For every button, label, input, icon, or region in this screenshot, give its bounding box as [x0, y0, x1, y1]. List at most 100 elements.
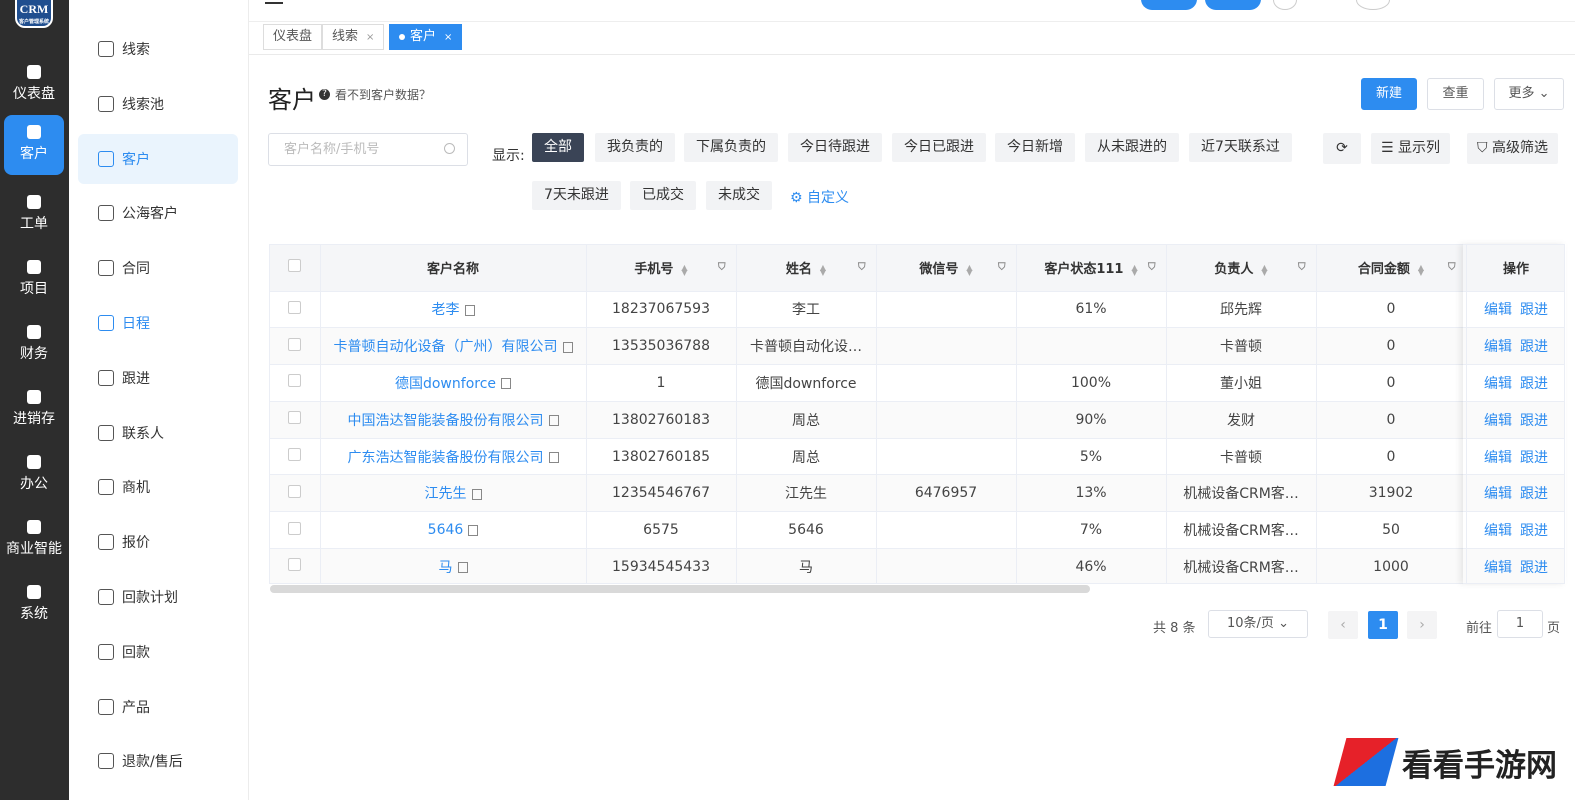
close-icon[interactable]: × [444, 32, 452, 43]
customer-name-cell[interactable]: 卡普顿自动化设备（广州）有限公司 [320, 327, 587, 366]
submenu-item-7[interactable]: 联系人 [78, 408, 238, 458]
filter-chip[interactable]: 从未跟进的 [1085, 133, 1179, 162]
submenu-item-13[interactable]: 退款/售后 [78, 736, 238, 786]
filter-chip[interactable]: 7天未跟进 [532, 181, 621, 210]
submenu-item-4[interactable]: 合同 [78, 243, 238, 293]
new-button[interactable]: 新建 [1361, 78, 1417, 110]
filter-icon[interactable]: ⛉ [1448, 262, 1456, 273]
row-checkbox[interactable] [270, 548, 321, 583]
page-number[interactable]: 1 [1368, 611, 1398, 639]
row-checkbox[interactable] [270, 327, 321, 366]
rail-item-5[interactable]: 进销存 [4, 380, 64, 440]
submenu-item-12[interactable]: 产品 [78, 682, 238, 732]
customer-name-cell[interactable]: 德国downforce [320, 364, 587, 402]
column-header[interactable]: 负责人 ▲ ▼ ⛉ [1166, 245, 1317, 292]
filter-chip[interactable]: 今日新增 [995, 133, 1075, 162]
rail-item-8[interactable]: 系统 [4, 575, 64, 635]
rail-item-3[interactable]: 项目 [4, 250, 64, 310]
next-page-button[interactable]: › [1407, 611, 1437, 639]
submenu-item-1[interactable]: 线索池 [78, 79, 238, 129]
column-header[interactable]: 手机号 ▲ ▼ ⛉ [586, 245, 737, 292]
search-input[interactable]: 客户名称/手机号 [268, 133, 468, 166]
row-checkbox[interactable] [270, 364, 321, 402]
submenu-item-8[interactable]: 商机 [78, 462, 238, 512]
filter-icon[interactable]: ⛉ [718, 262, 726, 273]
row-checkbox[interactable] [270, 438, 321, 476]
table-row[interactable]: 老李 18237067593 李工 61% 邱先辉 0 编辑 跟进 [270, 291, 1564, 329]
filter-chip[interactable]: 近7天联系过 [1189, 133, 1292, 162]
tab-dashboard[interactable]: 仪表盘 [263, 24, 323, 50]
prev-page-button[interactable]: ‹ [1328, 611, 1358, 639]
more-button[interactable]: 更多 ⌄ [1494, 78, 1564, 110]
copy-icon[interactable] [464, 304, 475, 316]
page-size-select[interactable]: 10条/页 ⌄ [1208, 610, 1308, 638]
customer-name-link[interactable]: 广东浩达智能装备股份有限公司 [348, 450, 544, 466]
customer-name-link[interactable]: 中国浩达智能装备股份有限公司 [348, 413, 544, 429]
submenu-item-9[interactable]: 报价 [78, 517, 238, 567]
customer-name-link[interactable]: 5646 [428, 522, 464, 538]
submenu-item-6[interactable]: 跟进 [78, 353, 238, 403]
copy-icon[interactable] [548, 415, 559, 427]
column-header[interactable]: 客户状态111 ▲ ▼ ⛉ [1016, 245, 1167, 292]
filter-icon[interactable]: ⛉ [1148, 262, 1156, 273]
sort-icon[interactable]: ▲ ▼ [1261, 263, 1267, 276]
submenu-item-11[interactable]: 回款 [78, 627, 238, 677]
sort-icon[interactable]: ▲ ▼ [966, 263, 972, 276]
filter-chip[interactable]: 未成交 [706, 181, 772, 210]
column-header[interactable]: 合同金额 ▲ ▼ ⛉ [1316, 245, 1467, 292]
copy-icon[interactable] [468, 524, 479, 536]
refresh-button[interactable]: ⟳ [1323, 133, 1361, 164]
tab-leads[interactable]: 线索 × [322, 24, 385, 50]
rail-item-6[interactable]: 办公 [4, 445, 64, 505]
customer-name-link[interactable]: 卡普顿自动化设备（广州）有限公司 [334, 339, 558, 355]
check-duplicate-button[interactable]: 查重 [1427, 78, 1484, 110]
customer-name-link[interactable]: 德国downforce [395, 376, 496, 392]
customer-name-cell[interactable]: 广东浩达智能装备股份有限公司 [320, 438, 587, 476]
avatar[interactable] [1356, 0, 1390, 10]
filter-icon[interactable]: ⛉ [858, 262, 866, 273]
filter-chip[interactable]: 下属负责的 [684, 133, 778, 162]
custom-filter-link[interactable]: ⚙ 自定义 [790, 187, 849, 207]
customer-name-link[interactable]: 江先生 [425, 486, 467, 502]
customer-name-link[interactable]: 老李 [432, 302, 460, 318]
menu-toggle-icon[interactable] [265, 0, 283, 4]
copy-icon[interactable] [501, 378, 512, 390]
goto-page-input[interactable]: 1 [1497, 610, 1543, 638]
horizontal-scrollbar[interactable] [270, 585, 1090, 593]
filter-chip[interactable]: 我负责的 [595, 133, 675, 162]
customer-name-cell[interactable]: 中国浩达智能装备股份有限公司 [320, 401, 587, 439]
column-header[interactable]: 微信号 ▲ ▼ ⛉ [876, 245, 1017, 292]
table-row[interactable]: 德国downforce 1 德国downforce 100% 董小姐 0 编辑 跟进 [270, 364, 1564, 402]
rail-item-0[interactable]: 仪表盘 [4, 55, 64, 115]
table-row[interactable]: 广东浩达智能装备股份有限公司 13802760185 周总 5% 卡普顿 0 编辑 跟进 [270, 438, 1564, 476]
table-row[interactable]: 5646 6575 5646 7% 机械设备CRM客… 50 编辑 跟进 [270, 511, 1564, 550]
rail-item-1[interactable]: 客户 [4, 115, 64, 175]
rail-item-2[interactable]: 工单 [4, 185, 64, 245]
top-action-button[interactable] [1205, 0, 1261, 10]
submenu-item-10[interactable]: 回款计划 [78, 572, 238, 622]
filter-icon[interactable]: ⛉ [1298, 262, 1306, 273]
copy-icon[interactable] [471, 488, 482, 500]
customer-name-cell[interactable]: 5646 [320, 511, 587, 550]
row-checkbox[interactable] [270, 474, 321, 513]
table-row[interactable]: 江先生 12354546767 江先生 6476957 13% 机械设备CRM客… 3190… [270, 474, 1564, 513]
customer-name-link[interactable]: 马 [439, 560, 453, 576]
customer-name-cell[interactable]: 老李 [320, 291, 587, 329]
filter-chip[interactable]: 今日已跟进 [892, 133, 986, 162]
filter-chip[interactable]: 已成交 [630, 181, 696, 210]
row-checkbox[interactable] [270, 291, 321, 329]
advanced-filter-button[interactable]: ⛉ 高级筛选 [1467, 133, 1558, 164]
close-icon[interactable]: × [366, 32, 374, 43]
column-header[interactable]: 姓名 ▲ ▼ ⛉ [736, 245, 877, 292]
table-row[interactable]: 卡普顿自动化设备（广州）有限公司 13535036788 卡普顿自动化设… 卡普顿 0 编… [270, 327, 1564, 366]
copy-icon[interactable] [548, 452, 559, 464]
notification-icon[interactable] [1273, 0, 1297, 10]
table-row[interactable]: 中国浩达智能装备股份有限公司 13802760183 周总 90% 发财 0 编辑 跟进 [270, 401, 1564, 439]
columns-button[interactable]: ☰ 显示列 [1371, 133, 1451, 164]
sort-icon[interactable]: ▲ ▼ [820, 263, 826, 276]
copy-icon[interactable] [457, 562, 468, 574]
row-checkbox[interactable] [270, 511, 321, 550]
sort-icon[interactable]: ▲ ▼ [681, 263, 687, 276]
submenu-item-5[interactable]: 日程 [78, 298, 238, 348]
row-checkbox[interactable] [270, 401, 321, 439]
